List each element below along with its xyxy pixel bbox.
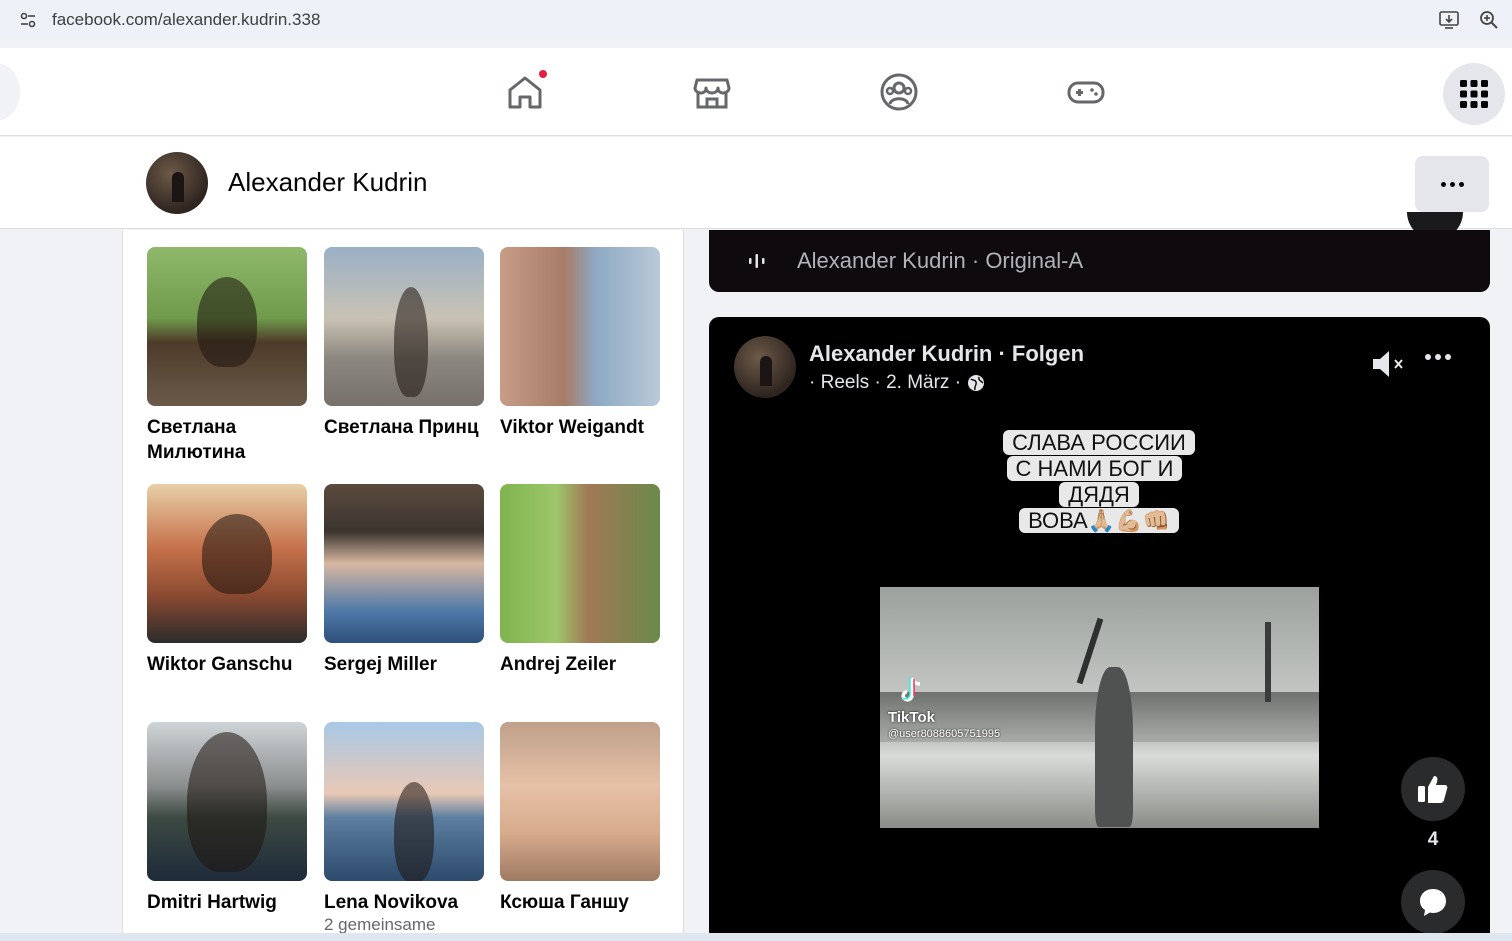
menu-button[interactable]: [1443, 63, 1505, 125]
more-dots-icon: [1425, 354, 1431, 360]
profile-avatar[interactable]: [146, 152, 208, 214]
browser-address-bar: facebook.com/alexander.kudrin.338: [0, 0, 1512, 40]
friend-photo[interactable]: [324, 722, 484, 881]
tiktok-username: @user8088605751995: [888, 728, 1001, 740]
reel-meta: · Reels · 2. März ·: [809, 372, 985, 394]
friend-item[interactable]: Dmitri Hartwig: [147, 722, 307, 915]
author-avatar[interactable]: [734, 336, 796, 398]
friend-photo[interactable]: [324, 484, 484, 643]
caption-line: СЛАВА РОССИИ: [1003, 430, 1195, 455]
comment-icon: [1420, 889, 1446, 916]
friend-item[interactable]: Ксюша Ганшу: [500, 722, 660, 915]
top-navigation: [0, 48, 1512, 136]
reel-post: Alexander Kudrin · Folgen · Reels · 2. M…: [709, 317, 1490, 941]
more-dots-icon: [1440, 181, 1446, 187]
audio-wave-icon: [749, 254, 765, 268]
window-bottom-edge: [0, 933, 1512, 941]
friend-name[interactable]: Sergej Miller: [324, 652, 484, 677]
mute-icon[interactable]: [1370, 348, 1406, 380]
friend-item[interactable]: Wiktor Ganschu: [147, 484, 307, 677]
friend-photo[interactable]: [147, 247, 307, 406]
friend-name[interactable]: Светлана Принц: [324, 415, 484, 440]
tab-home[interactable]: [503, 68, 549, 114]
friend-name[interactable]: Светлана Милютина: [147, 415, 307, 465]
zoom-icon[interactable]: [1478, 9, 1500, 31]
profile-name[interactable]: Alexander Kudrin: [228, 167, 427, 198]
friends-card: Светлана Милютина Светлана Принц Viktor …: [122, 230, 684, 941]
site-settings-icon[interactable]: [18, 10, 38, 30]
groups-icon: [880, 73, 918, 111]
tab-marketplace[interactable]: [690, 70, 734, 114]
url-text[interactable]: facebook.com/alexander.kudrin.338: [52, 10, 320, 30]
friend-name[interactable]: Viktor Weigandt: [500, 415, 660, 440]
friend-item[interactable]: Viktor Weigandt: [500, 247, 660, 440]
audio-title[interactable]: Alexander Kudrin · Original-A: [797, 248, 1093, 274]
profile-more-button[interactable]: [1415, 156, 1489, 212]
reel-caption: СЛАВА РОССИИ С НАМИ БОГ И ДЯДЯ ВОВА🙏🏼💪🏼👊…: [978, 430, 1220, 534]
notification-dot: [537, 68, 549, 80]
caption-line: С НАМИ БОГ И ДЯДЯ: [1006, 456, 1183, 507]
thumbs-up-icon: [1418, 776, 1448, 803]
friend-photo[interactable]: [500, 247, 660, 406]
reel-video[interactable]: TikTok @user8088605751995: [880, 587, 1319, 828]
back-button[interactable]: [0, 64, 20, 120]
tab-gaming[interactable]: [1064, 70, 1108, 114]
install-app-icon[interactable]: [1438, 9, 1460, 31]
browser-separator: [0, 40, 1512, 48]
friend-item[interactable]: Lena Novikova 2 gemeinsame: [324, 722, 484, 935]
friend-photo[interactable]: [147, 722, 307, 881]
tab-groups[interactable]: [877, 70, 921, 114]
like-button[interactable]: [1401, 757, 1465, 821]
friend-name[interactable]: Dmitri Hartwig: [147, 890, 307, 915]
marketplace-icon: [693, 78, 731, 109]
profile-header: Alexander Kudrin: [0, 137, 1512, 229]
friend-name[interactable]: Wiktor Ganschu: [147, 652, 307, 677]
like-count: 4: [1427, 829, 1439, 850]
reel-author[interactable]: Alexander Kudrin · Folgen: [809, 341, 1084, 367]
tiktok-brand: TikTok: [888, 709, 935, 726]
friend-item[interactable]: Светлана Принц: [324, 247, 484, 440]
friend-item[interactable]: Светлана Милютина: [147, 247, 307, 465]
friend-photo[interactable]: [324, 247, 484, 406]
gaming-icon: [1067, 81, 1105, 104]
reel-meta-text[interactable]: · Reels · 2. März ·: [809, 372, 961, 394]
reel-more-button[interactable]: [1425, 354, 1451, 360]
friend-photo[interactable]: [500, 722, 660, 881]
mutual-friends-count[interactable]: 2 gemeinsame: [324, 915, 484, 935]
friend-name[interactable]: Ксюша Ганшу: [500, 890, 660, 915]
grid-menu-icon: [1460, 80, 1488, 108]
globe-icon: [968, 375, 985, 391]
tiktok-logo-icon: [901, 677, 921, 702]
comment-button[interactable]: [1401, 870, 1465, 934]
friend-photo[interactable]: [147, 484, 307, 643]
friend-photo[interactable]: [500, 484, 660, 643]
friend-item[interactable]: Andrej Zeiler: [500, 484, 660, 677]
caption-line: ВОВА🙏🏼💪🏼👊🏼: [1019, 508, 1179, 533]
friend-item[interactable]: Sergej Miller: [324, 484, 484, 677]
friend-name[interactable]: Lena Novikova: [324, 890, 484, 915]
audio-bar: Alexander Kudrin · Original-A: [709, 230, 1490, 292]
friend-name[interactable]: Andrej Zeiler: [500, 652, 660, 677]
